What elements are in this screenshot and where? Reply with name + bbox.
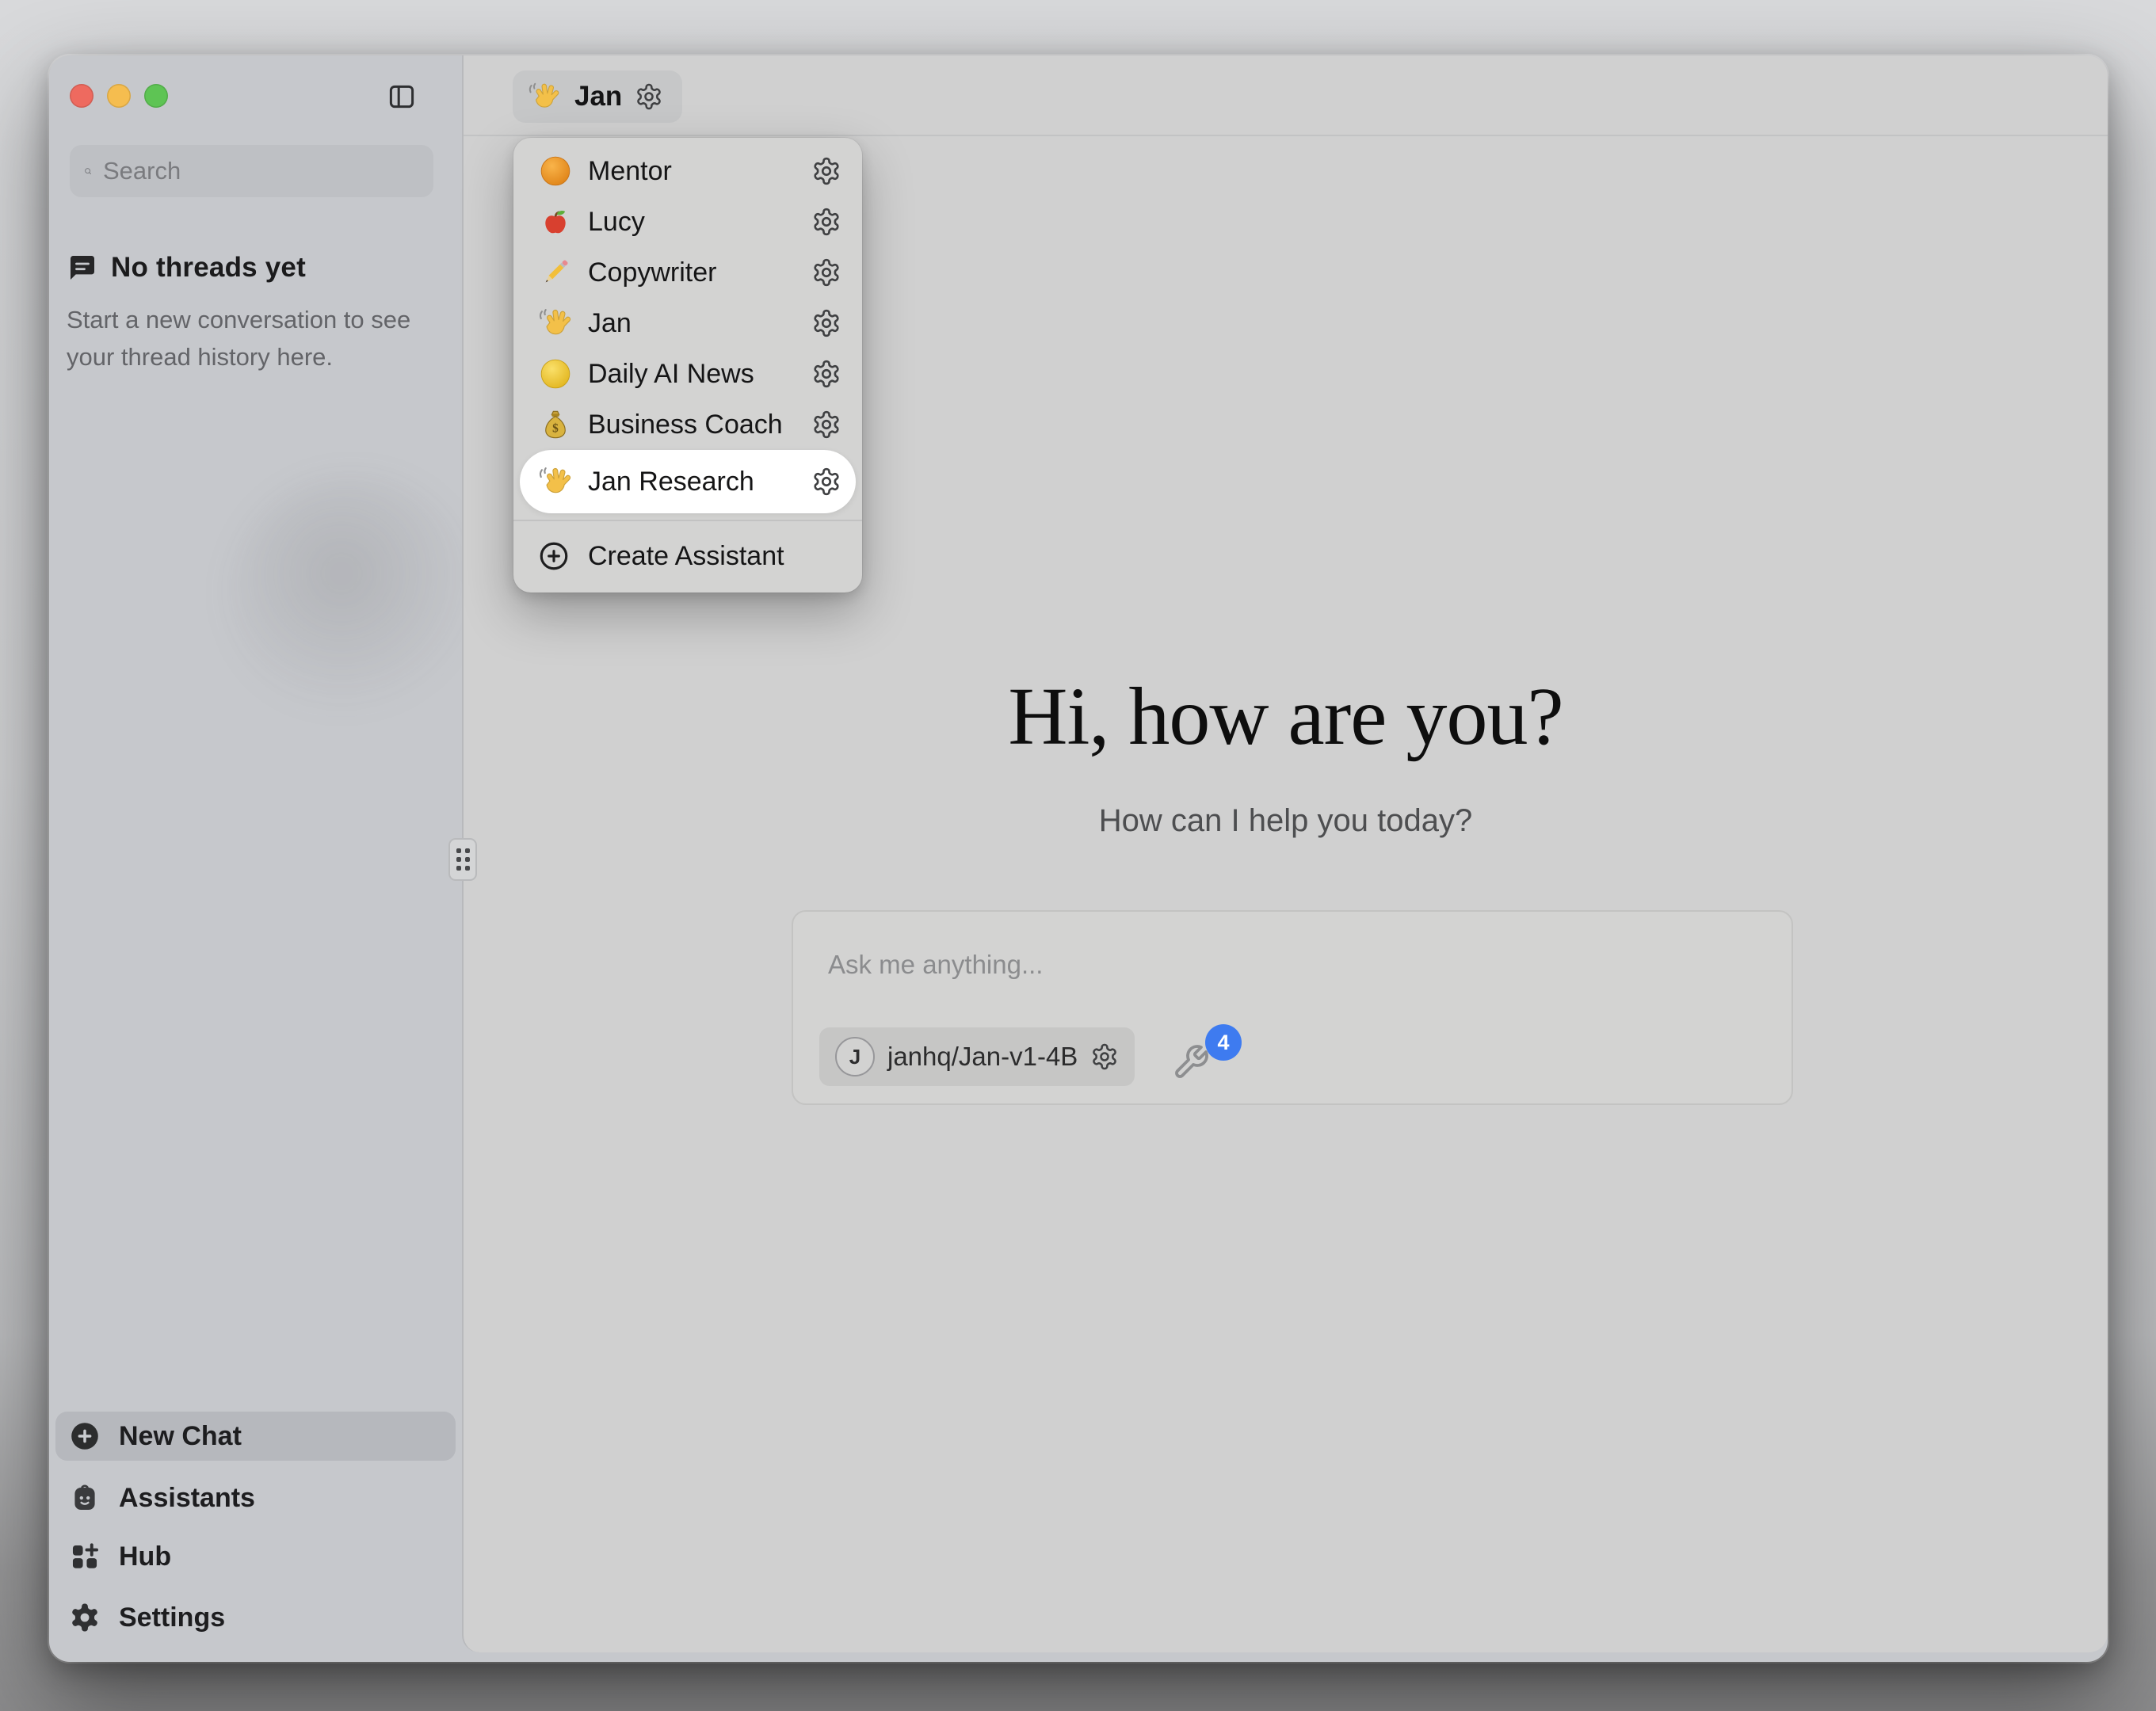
assistant-gear-button[interactable]: [811, 359, 841, 389]
assistant-selector-button[interactable]: Jan: [513, 70, 682, 123]
model-name: janhq/Jan-v1-4B: [887, 1042, 1078, 1072]
assistant-gear-button[interactable]: [811, 156, 841, 186]
model-selector-button[interactable]: J janhq/Jan-v1-4B: [819, 1027, 1135, 1086]
assistant-gear-button[interactable]: [811, 467, 841, 497]
gear-icon: [811, 257, 841, 288]
assistant-gear-button[interactable]: [811, 207, 841, 237]
orange-circle-emoji-icon: [537, 153, 574, 189]
waving-hand-emoji-icon: [537, 305, 574, 341]
assistant-menu-item-mentor[interactable]: Mentor: [520, 146, 856, 196]
new-chat-button[interactable]: New Chat: [55, 1412, 456, 1461]
tools-count-badge: 4: [1205, 1024, 1242, 1061]
gear-icon: [811, 207, 841, 237]
create-assistant-button[interactable]: Create Assistant: [520, 528, 856, 585]
assistant-gear-button[interactable]: [811, 257, 841, 288]
assistant-selector-label: Jan: [574, 81, 622, 112]
sidebar-item-hub[interactable]: Hub: [55, 1532, 456, 1581]
assistant-menu-item-jan-research[interactable]: Jan Research: [520, 450, 856, 513]
pencil-emoji-icon: [537, 254, 574, 291]
welcome-section: Hi, how are you? How can I help you toda…: [464, 669, 2108, 839]
gear-icon: [811, 467, 841, 497]
nav-label-new-chat: New Chat: [119, 1421, 242, 1452]
assistant-menu: Mentor Lucy Copywriter Jan Daily AI News: [513, 138, 862, 593]
gear-icon: [811, 410, 841, 440]
gear-icon: [811, 156, 841, 186]
assistant-gear-button[interactable]: [811, 308, 841, 338]
model-avatar: J: [835, 1037, 875, 1077]
assistant-menu-item-lucy[interactable]: Lucy: [520, 196, 856, 247]
assistant-menu-item-business-coach[interactable]: Business Coach: [520, 399, 856, 450]
model-settings-gear-icon[interactable]: [1090, 1042, 1119, 1071]
yellow-circle-emoji-icon: [537, 356, 574, 392]
red-apple-emoji-icon: [537, 204, 574, 240]
greeting-subtitle: How can I help you today?: [464, 803, 2108, 839]
gear-icon: [811, 308, 841, 338]
chat-input[interactable]: Ask me anything...: [828, 950, 1043, 980]
sidebar-nav: New Chat Assistants Hub Settings: [55, 55, 456, 1662]
robot-icon: [68, 1481, 101, 1515]
assistant-label: Jan Research: [588, 467, 811, 497]
chat-composer[interactable]: Ask me anything... J janhq/Jan-v1-4B 4: [792, 910, 1793, 1105]
assistant-menu-item-copywriter[interactable]: Copywriter: [520, 247, 856, 298]
waving-hand-emoji-icon: [527, 79, 562, 114]
assistant-label: Daily AI News: [588, 359, 811, 390]
gear-icon: [811, 359, 841, 389]
money-bag-emoji-icon: [537, 406, 574, 443]
chat-header: Jan: [464, 55, 2108, 136]
assistant-label: Lucy: [588, 207, 811, 238]
assistant-menu-item-jan[interactable]: Jan: [520, 298, 856, 349]
menu-separator: [513, 520, 862, 521]
assistant-gear-button[interactable]: [811, 410, 841, 440]
greeting-heading: Hi, how are you?: [464, 669, 2108, 764]
desktop-background: No threads yet Start a new conversation …: [0, 0, 2156, 1711]
sidebar-item-assistants[interactable]: Assistants: [55, 1473, 456, 1522]
assistant-settings-gear-icon[interactable]: [635, 82, 663, 111]
jan-app-window: No threads yet Start a new conversation …: [49, 55, 2108, 1662]
tools-button[interactable]: 4: [1172, 1032, 1235, 1096]
nav-label-assistants: Assistants: [119, 1483, 255, 1514]
plus-circle-icon: [537, 539, 570, 573]
plus-circle-icon: [68, 1419, 101, 1453]
create-assistant-label: Create Assistant: [588, 541, 784, 572]
gear-icon: [68, 1601, 101, 1634]
assistant-label: Mentor: [588, 156, 811, 187]
squares-plus-icon: [68, 1540, 101, 1573]
sidebar-resize-handle[interactable]: [448, 838, 477, 881]
nav-label-settings: Settings: [119, 1602, 225, 1633]
wrench-icon: [1172, 1043, 1210, 1081]
assistant-label: Business Coach: [588, 410, 811, 440]
nav-label-hub: Hub: [119, 1541, 171, 1572]
assistant-label: Copywriter: [588, 257, 811, 288]
assistant-menu-item-daily-ai-news[interactable]: Daily AI News: [520, 349, 856, 399]
sidebar: No threads yet Start a new conversation …: [49, 55, 462, 1662]
sidebar-item-settings[interactable]: Settings: [55, 1593, 456, 1642]
waving-hand-emoji-icon: [537, 463, 574, 500]
assistant-label: Jan: [588, 308, 811, 339]
